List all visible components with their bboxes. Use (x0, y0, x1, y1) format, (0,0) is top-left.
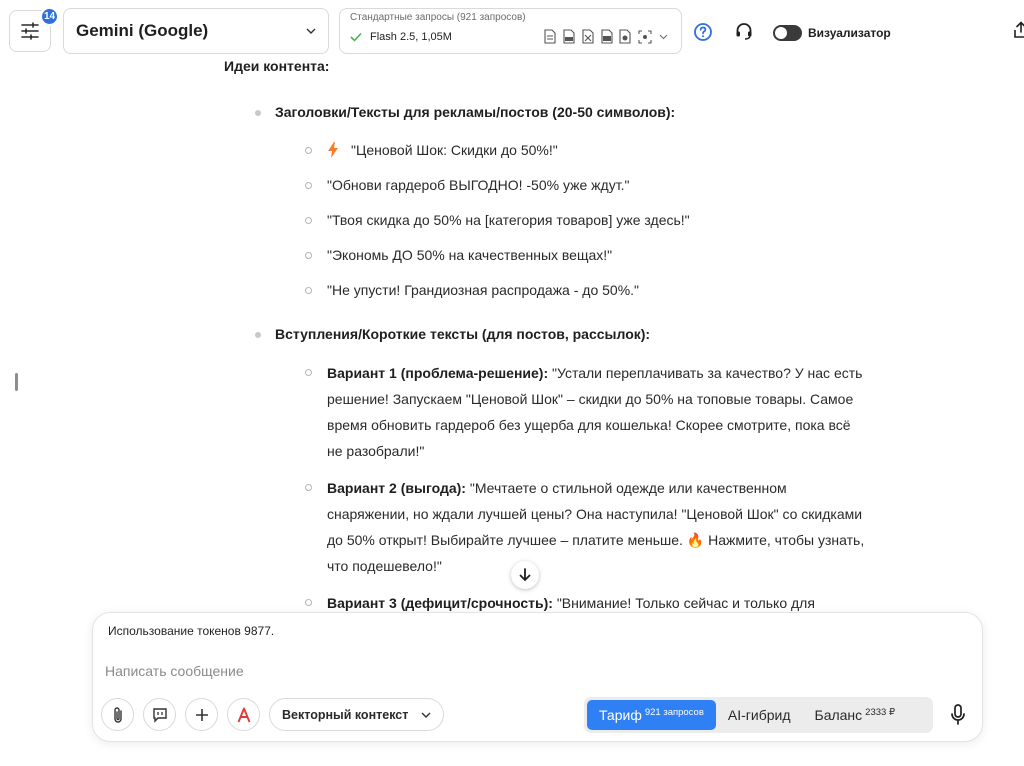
arrow-down-icon (519, 568, 531, 582)
attach-button[interactable] (101, 698, 134, 731)
word-file-icon[interactable] (599, 28, 614, 45)
bullet (305, 287, 312, 294)
bullet (305, 369, 312, 376)
mode-title: Стандартные запросы (921 запросов) (350, 12, 526, 23)
sidebar-resize-handle[interactable] (15, 373, 18, 391)
bullet (255, 110, 261, 116)
model-select[interactable]: Gemini (Google) (63, 8, 329, 54)
content-ideas-heading: Идеи контента: (224, 58, 330, 74)
list-item: "Твоя скидка до 50% на [категория товаро… (327, 212, 690, 228)
chat-bubble-icon (152, 707, 167, 723)
vector-context-select[interactable]: Векторный контекст (269, 698, 444, 731)
visualizer-toggle[interactable] (773, 25, 802, 41)
message-composer: Использование токенов 9877. Векторный ко… (92, 612, 983, 742)
bullet (255, 332, 261, 338)
letter-a-icon (237, 707, 250, 722)
prompts-button[interactable] (143, 698, 176, 731)
bullet (305, 147, 312, 154)
model-name: Gemini (Google) (76, 21, 209, 40)
share-icon[interactable] (1012, 21, 1024, 39)
chevron-down-icon[interactable] (656, 28, 671, 45)
variant-2: Вариант 2 (выгода): "Мечтаете о стильной… (327, 480, 865, 574)
list-item: "Экономь ДО 50% на качественных вещах!" (327, 247, 613, 263)
microphone-button[interactable] (945, 701, 971, 729)
lightning-icon (327, 142, 343, 158)
pdf-file-icon[interactable] (561, 28, 576, 45)
request-mode-select[interactable]: Стандартные запросы (921 запросов) Flash… (339, 8, 682, 54)
text-style-button[interactable] (227, 698, 260, 731)
list-item: "Обнови гардероб ВЫГОДНО! -50% уже ждут.… (327, 177, 630, 193)
presentation-file-icon[interactable] (618, 28, 633, 45)
mode-model: Flash 2.5, 1,05M (370, 30, 452, 43)
plan-selector: Тариф 921 запросов AI-гибрид Баланс 2333 ₽ (584, 697, 933, 733)
message-input[interactable] (105, 659, 965, 683)
bullet (305, 599, 312, 606)
tab-tariff[interactable]: Тариф 921 запросов (587, 700, 716, 730)
vector-context-label: Векторный контекст (282, 707, 409, 722)
chevron-down-icon (306, 28, 316, 34)
visualizer-label: Визуализатор (808, 26, 891, 40)
list-item: "Ценовой Шок: Скидки до 50%!" (327, 142, 558, 158)
chevron-down-icon (421, 712, 431, 718)
bullet (305, 484, 312, 491)
bullet (305, 182, 312, 189)
screenshot-icon[interactable] (637, 28, 652, 45)
plus-icon (195, 708, 208, 721)
add-button[interactable] (185, 698, 218, 731)
paperclip-icon (113, 706, 122, 723)
check-icon (350, 32, 362, 42)
excel-file-icon[interactable] (580, 28, 595, 45)
token-usage-text: Использование токенов 9877. (108, 624, 275, 638)
document-icon[interactable] (542, 28, 557, 45)
help-icon[interactable] (693, 22, 713, 42)
section-title-headlines: Заголовки/Тексты для рекламы/постов (20-… (275, 104, 676, 120)
sliders-icon (21, 22, 39, 40)
bullet (305, 217, 312, 224)
bullet (305, 252, 312, 259)
settings-count-badge: 14 (40, 7, 59, 26)
variant-1: Вариант 1 (проблема-решение): "Устали пе… (327, 365, 863, 459)
headset-icon[interactable] (734, 21, 754, 41)
section-title-intros: Вступления/Короткие тексты (для постов, … (275, 326, 651, 342)
tab-ai-hybrid[interactable]: AI-гибрид (716, 700, 803, 730)
scroll-down-button[interactable] (511, 561, 539, 589)
top-bar: 14 Gemini (Google) Стандартные запросы (… (0, 0, 1024, 60)
list-item: "Не упусти! Грандиозная распродажа - до … (327, 282, 640, 298)
microphone-icon (951, 704, 965, 725)
tab-balance[interactable]: Баланс 2333 ₽ (803, 700, 908, 730)
